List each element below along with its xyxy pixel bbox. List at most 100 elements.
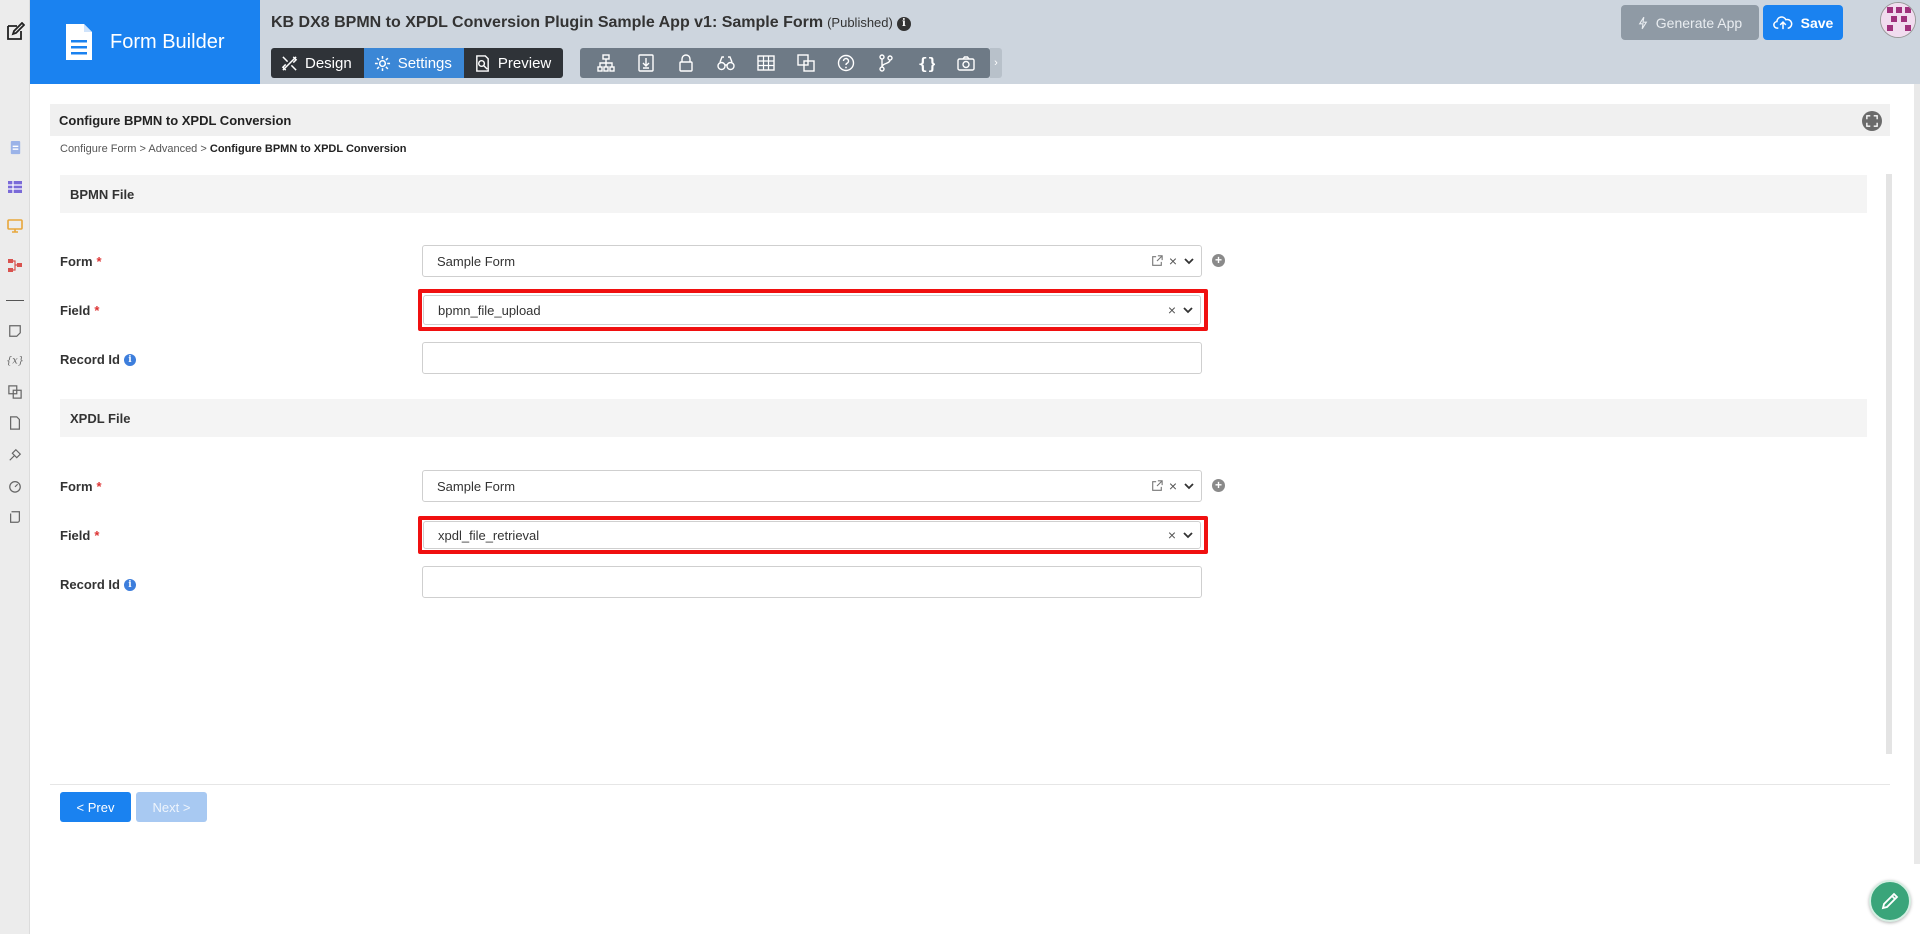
design-icon xyxy=(281,55,298,71)
mode-design-label: Design xyxy=(305,54,352,72)
datalist-icon[interactable] xyxy=(5,177,25,197)
svg-text:{}: {} xyxy=(918,54,935,72)
panel-title-text: Configure BPMN to XPDL Conversion xyxy=(59,112,292,128)
braces-icon: {} xyxy=(918,54,935,72)
clear-icon[interactable]: × xyxy=(1168,527,1176,543)
bpmn-form-select[interactable]: Sample Form × xyxy=(422,245,1202,277)
lock-icon xyxy=(679,54,693,72)
binoculars-icon xyxy=(717,56,735,71)
branch-icon xyxy=(879,54,893,72)
cloud-upload-icon xyxy=(1772,16,1793,30)
panel-title: Configure BPMN to XPDL Conversion xyxy=(50,104,1890,136)
tool-table[interactable] xyxy=(746,48,786,78)
mode-settings-button[interactable]: Settings xyxy=(363,48,464,78)
content-scrollbar[interactable] xyxy=(1886,174,1892,754)
toolbar-more-arrow[interactable]: › xyxy=(990,48,1002,78)
tool-braces[interactable]: {} xyxy=(906,48,946,78)
chevron-down-icon[interactable] xyxy=(1182,304,1194,316)
chevron-down-icon[interactable] xyxy=(1182,529,1194,541)
edit-fab-button[interactable] xyxy=(1869,880,1911,922)
prev-button[interactable]: < Prev xyxy=(60,792,131,822)
preview-icon xyxy=(476,54,489,72)
breadcrumb-advanced[interactable]: Advanced xyxy=(148,143,197,155)
app-title-text: KB DX8 BPMN to XPDL Conversion Plugin Sa… xyxy=(271,14,824,31)
tool-clone[interactable] xyxy=(786,48,826,78)
section-bpmn-file: BPMN File xyxy=(60,175,1867,213)
fullscreen-button[interactable] xyxy=(1862,111,1882,131)
breadcrumb-configure-form[interactable]: Configure Form xyxy=(60,143,136,155)
clear-icon[interactable]: × xyxy=(1168,302,1176,318)
add-form-icon[interactable]: + xyxy=(1212,254,1225,267)
page-scrollbar[interactable] xyxy=(1914,84,1920,864)
top-header: Form Builder KB DX8 BPMN to XPDL Convers… xyxy=(30,0,1920,84)
chevron-down-icon[interactable] xyxy=(1183,480,1195,492)
download-icon xyxy=(638,54,654,72)
mode-settings-label: Settings xyxy=(397,54,452,72)
bpmn-field-select[interactable]: bpmn_file_upload × xyxy=(423,295,1201,325)
external-edit-icon[interactable] xyxy=(1151,255,1163,267)
save-label: Save xyxy=(1800,14,1834,31)
tool-sitemap[interactable] xyxy=(586,48,626,78)
tool-camera[interactable] xyxy=(946,48,986,78)
left-rail: {x} xyxy=(0,0,30,934)
external-edit-icon[interactable] xyxy=(1151,480,1163,492)
rail-divider xyxy=(6,300,24,301)
breadcrumb-separator: > xyxy=(200,143,207,155)
add-form-icon[interactable]: + xyxy=(1212,479,1225,492)
breadcrumb-separator: > xyxy=(139,143,146,155)
publish-status: (Published) xyxy=(827,15,893,30)
form-icon[interactable] xyxy=(5,137,25,157)
clear-icon[interactable]: × xyxy=(1169,253,1177,269)
info-icon[interactable]: i xyxy=(123,353,136,366)
required-mark: * xyxy=(94,528,100,543)
brand-logo[interactable]: Form Builder xyxy=(30,0,260,84)
pencil-icon xyxy=(1881,892,1899,910)
svg-text:{x}: {x} xyxy=(6,355,24,366)
edit-icon[interactable] xyxy=(5,22,25,42)
required-mark: * xyxy=(94,303,100,318)
userview-icon[interactable] xyxy=(5,216,25,236)
xpdl-form-label: Form * xyxy=(60,479,102,494)
required-mark: * xyxy=(96,479,102,494)
process-icon[interactable] xyxy=(5,255,25,275)
xpdl-form-label-text: Form xyxy=(60,479,93,494)
bpmn-record-id-input[interactable] xyxy=(422,342,1202,374)
next-button[interactable]: Next > xyxy=(136,792,207,822)
file-icon[interactable] xyxy=(5,413,25,433)
sitemap-icon xyxy=(597,54,615,72)
dashboard-icon[interactable] xyxy=(5,476,25,496)
footer-divider xyxy=(50,784,1890,785)
save-button[interactable]: Save xyxy=(1763,5,1843,40)
bpmn-form-label: Form * xyxy=(60,254,102,269)
variable-icon[interactable]: {x} xyxy=(5,350,25,370)
info-icon[interactable]: i xyxy=(123,578,136,591)
mode-preview-button[interactable]: Preview xyxy=(463,48,564,78)
bpmn-field-label: Field * xyxy=(60,303,99,318)
info-icon[interactable]: i xyxy=(896,17,911,31)
plugin-icon[interactable] xyxy=(5,445,25,465)
note-icon[interactable] xyxy=(5,321,25,341)
avatar[interactable] xyxy=(1880,2,1916,38)
tool-download[interactable] xyxy=(626,48,666,78)
xpdl-field-select[interactable]: xpdl_file_retrieval × xyxy=(423,521,1201,549)
xpdl-record-id-input[interactable] xyxy=(422,566,1202,598)
bpmn-form-value: Sample Form xyxy=(437,253,516,269)
tool-bar: {} xyxy=(580,48,990,78)
script-icon[interactable] xyxy=(5,507,25,527)
clone-icon[interactable] xyxy=(5,382,25,402)
mode-design-button[interactable]: Design xyxy=(271,48,364,78)
tool-lock[interactable] xyxy=(666,48,706,78)
tool-help[interactable] xyxy=(826,48,866,78)
bpmn-record-id-label-text: Record Id xyxy=(60,352,120,367)
breadcrumb-current: Configure BPMN to XPDL Conversion xyxy=(209,143,407,155)
tool-binoculars[interactable] xyxy=(706,48,746,78)
xpdl-form-select[interactable]: Sample Form × xyxy=(422,470,1202,502)
xpdl-field-label-text: Field xyxy=(60,528,91,543)
xpdl-form-value: Sample Form xyxy=(437,478,516,494)
required-mark: * xyxy=(96,254,102,269)
document-icon xyxy=(66,24,92,60)
clear-icon[interactable]: × xyxy=(1169,478,1177,494)
chevron-down-icon[interactable] xyxy=(1183,255,1195,267)
generate-app-button[interactable]: Generate App xyxy=(1621,5,1759,40)
tool-branch[interactable] xyxy=(866,48,906,78)
